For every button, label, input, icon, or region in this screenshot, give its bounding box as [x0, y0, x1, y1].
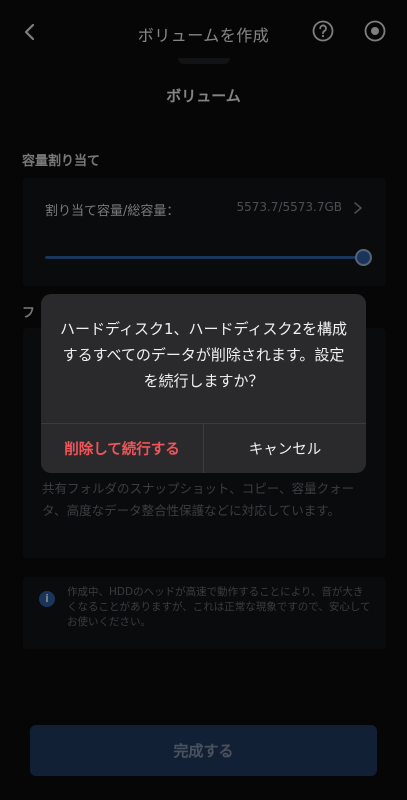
delete-and-continue-button[interactable]: 削除して続行する — [41, 424, 203, 473]
dialog-message: ハードディスク1、ハードディスク2を構成するすべてのデータが削除されます。設定を… — [60, 320, 347, 390]
cancel-button[interactable]: キャンセル — [204, 424, 366, 473]
screen: ボリュームを作成 ボリューム 容量割り当て 割り当て容量/総容量： 5573.7… — [0, 0, 407, 800]
confirm-dialog: ハードディスク1、ハードディスク2を構成するすべてのデータが削除されます。設定を… — [41, 294, 366, 473]
